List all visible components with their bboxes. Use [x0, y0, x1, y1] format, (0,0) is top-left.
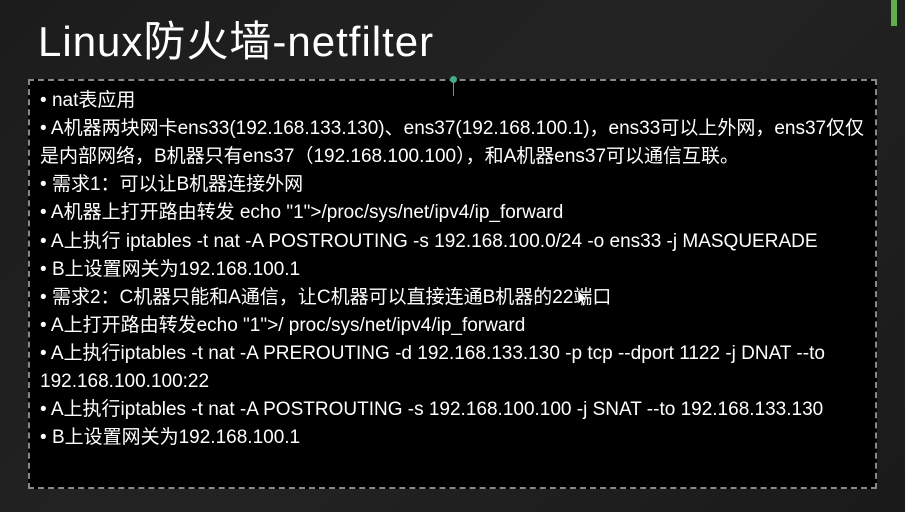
bullet-text: A机器上打开路由转发 echo "1">/proc/sys/net/ipv4/i… [51, 202, 563, 223]
bullet-text: B上设置网关为192.168.100.1 [52, 427, 300, 448]
bullet-item: • A机器上打开路由转发 echo "1">/proc/sys/net/ipv4… [40, 199, 865, 227]
bullet-item: • B上设置网关为192.168.100.1 [40, 424, 865, 452]
slide: Linux防火墙-netfilter • nat表应用 • A机器两块网卡ens… [0, 0, 905, 512]
slide-title[interactable]: Linux防火墙-netfilter [0, 0, 905, 73]
bullet-item: • B上设置网关为192.168.100.1 [40, 256, 865, 284]
content-text-box[interactable]: • nat表应用 • A机器两块网卡ens33(192.168.133.130)… [28, 79, 877, 489]
bullet-text: A上执行iptables -t nat -A POSTROUTING -s 19… [47, 399, 824, 420]
bullet-item: • A上执行 iptables -t nat -A POSTROUTING -s… [40, 228, 865, 256]
bullet-text: A上执行iptables -t nat -A PREROUTING -d 192… [40, 343, 830, 392]
bullet-text: A上打开路由转发echo "1">/ proc/sys/net/ipv4/ip_… [51, 315, 525, 336]
bullet-item: • A上打开路由转发echo "1">/ proc/sys/net/ipv4/i… [40, 312, 865, 340]
bullet-item: • A上执行iptables -t nat -A PREROUTING -d 1… [40, 340, 865, 396]
bullet-text: A机器两块网卡ens33(192.168.133.130)、ens37(192.… [40, 118, 864, 167]
rotate-handle-stem [453, 82, 454, 96]
bullet-item: • 需求2：C机器只能和A通信，让C机器可以直接连通B机器的22端口 [40, 284, 865, 312]
bullet-text: nat表应用 [52, 90, 135, 111]
bullet-item: • A上执行iptables -t nat -A POSTROUTING -s … [40, 396, 865, 424]
bullet-text: A上执行 iptables -t nat -A POSTROUTING -s 1… [51, 231, 818, 252]
bullet-item: • A机器两块网卡ens33(192.168.133.130)、ens37(19… [40, 115, 865, 171]
bullet-item: • 需求1：可以让B机器连接外网 [40, 171, 865, 199]
bullet-text: 需求1：可以让B机器连接外网 [52, 174, 303, 195]
bullet-text: B上设置网关为192.168.100.1 [52, 259, 300, 280]
accent-bar [891, 0, 897, 26]
bullet-text: 需求2：C机器只能和A通信，让C机器可以直接连通B机器的22端口 [52, 287, 612, 308]
